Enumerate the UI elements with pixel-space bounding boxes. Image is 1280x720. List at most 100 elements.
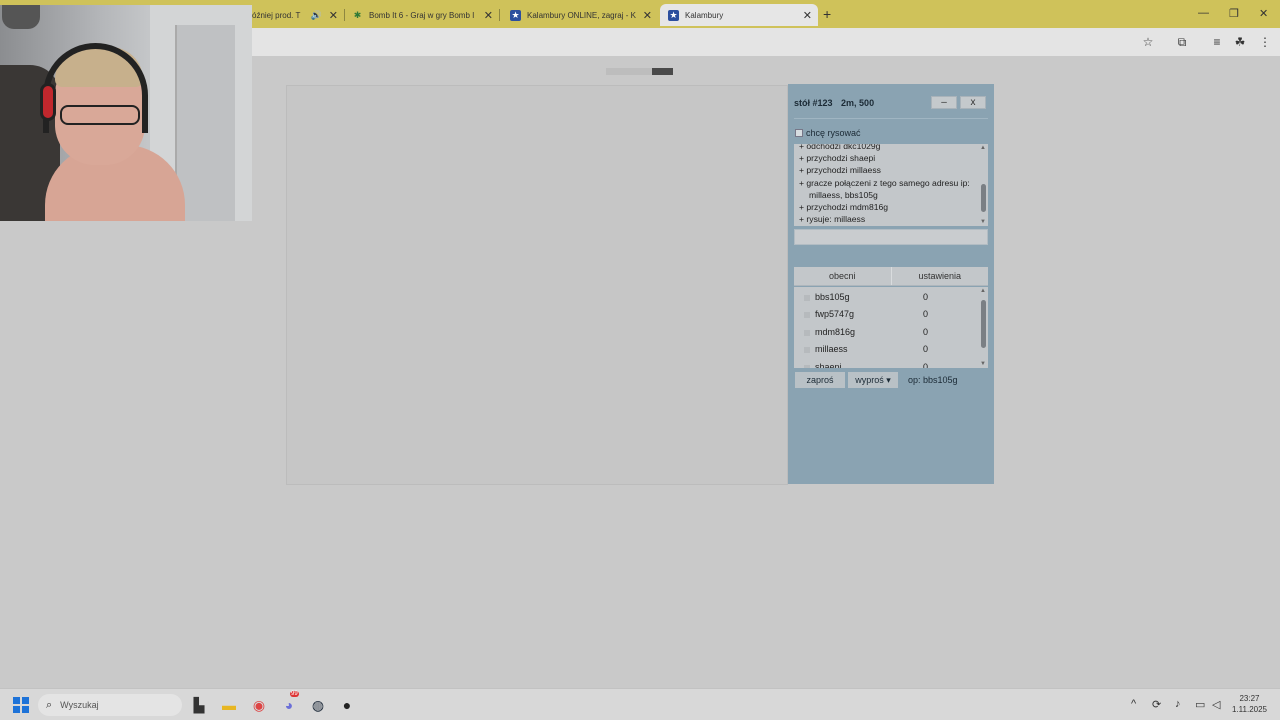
- chat-input[interactable]: [794, 229, 988, 245]
- app-icon[interactable]: ●: [338, 697, 356, 713]
- want-draw-checkbox[interactable]: [795, 129, 803, 137]
- chat-log-content: + odchodzi dkc1029g + przychodzi shaepi …: [799, 144, 977, 225]
- tab-title: óźniej prod. T: [252, 10, 301, 20]
- search-placeholder: Wyszukaj: [60, 700, 99, 710]
- chrome-icon[interactable]: ◉: [250, 697, 268, 713]
- drawing-canvas[interactable]: [286, 85, 788, 485]
- clock-date: 1.11.2025: [1232, 705, 1267, 714]
- player-row[interactable]: fwp5747g 0: [794, 306, 974, 323]
- close-icon[interactable]: ✕: [484, 9, 493, 22]
- log-line: + odchodzi dkc1029g: [799, 144, 881, 151]
- bookmark-star-icon[interactable]: ☆: [1140, 35, 1156, 49]
- player-row[interactable]: shaepi 0: [794, 359, 974, 368]
- players-scrollbar-thumb[interactable]: [981, 300, 986, 348]
- player-name: mdm816g: [815, 327, 856, 337]
- player-status-icon: [804, 347, 810, 353]
- loading-bar-fill: [652, 68, 673, 75]
- taskbar-search[interactable]: ⌕ Wyszukaj: [38, 694, 182, 716]
- loading-bar-track: [606, 68, 652, 75]
- webcam-headset-earcup: [40, 83, 56, 121]
- player-points: 0: [923, 362, 929, 368]
- webcam-overlay: [0, 5, 252, 221]
- tab-separator: [499, 9, 500, 21]
- room-tabs: obecni ustawienia: [794, 267, 988, 286]
- player-name: shaepi: [815, 362, 842, 368]
- restore-window-icon[interactable]: ❐: [1229, 7, 1239, 20]
- kick-dropdown-button[interactable]: wyproś ▾: [848, 372, 898, 388]
- chat-scrollbar-thumb[interactable]: [981, 184, 986, 212]
- player-name: millaess: [815, 344, 848, 354]
- room-operator: op: bbs105g: [908, 375, 958, 385]
- extensions-icon[interactable]: ⧉: [1174, 35, 1190, 50]
- player-row[interactable]: mdm816g 0: [794, 324, 974, 341]
- minimize-room-button[interactable]: –: [931, 96, 957, 109]
- discord-badge: 99: [290, 691, 299, 697]
- player-status-icon: [804, 295, 810, 301]
- profile-avatar-icon[interactable]: ☘: [1232, 35, 1248, 49]
- player-name: bbs105g: [815, 292, 850, 302]
- scroll-up-icon[interactable]: ▲: [979, 145, 987, 151]
- close-icon[interactable]: ✕: [329, 9, 338, 22]
- tab-music[interactable]: óźniej prod. T 🔊 ✕: [244, 4, 344, 26]
- webcam-glasses: [60, 105, 140, 125]
- player-points: 0: [923, 309, 929, 319]
- close-room-button[interactable]: x: [960, 96, 986, 109]
- discord-icon[interactable]: ◕ 99: [280, 691, 299, 713]
- player-points: 0: [923, 292, 929, 302]
- steam-icon[interactable]: ◍: [309, 697, 327, 713]
- taskbar-clock[interactable]: 23:27 1.11.2025: [1232, 693, 1267, 715]
- star-icon: ★: [510, 9, 521, 21]
- webcam-wall-clock: [2, 5, 40, 29]
- invite-button[interactable]: zaproś: [795, 372, 845, 388]
- tray-sync-icon[interactable]: ⟳: [1152, 698, 1161, 711]
- divider: [794, 118, 988, 119]
- room-info: 2m, 500: [841, 98, 875, 108]
- file-explorer-icon[interactable]: ▬: [220, 697, 238, 713]
- tab-title: Kalambury: [685, 10, 724, 20]
- clock-time: 23:27: [1239, 694, 1260, 703]
- speaker-icon[interactable]: 🔊: [311, 10, 322, 21]
- players-list[interactable]: bbs105g 0 fwp5747g 0 mdm816g 0 millaess …: [794, 287, 988, 368]
- new-tab-button[interactable]: +: [823, 6, 831, 22]
- player-points: 0: [923, 344, 929, 354]
- tab-present[interactable]: obecni: [794, 267, 892, 285]
- player-status-icon: [804, 330, 810, 336]
- player-row[interactable]: bbs105g 0: [794, 289, 974, 306]
- log-line: + przychodzi shaepi: [799, 153, 876, 164]
- log-line: + przychodzi mdm816g: [799, 202, 889, 213]
- tray-chevron-up-icon[interactable]: ^: [1131, 698, 1136, 710]
- close-icon[interactable]: ✕: [803, 9, 812, 22]
- tab-settings[interactable]: ustawienia: [892, 267, 989, 285]
- close-window-icon[interactable]: ✕: [1259, 7, 1268, 20]
- menu-kebab-icon[interactable]: ⋮: [1257, 35, 1273, 49]
- star-icon: ★: [668, 9, 679, 21]
- palm-icon: ✱: [353, 9, 362, 20]
- want-draw-label: chcę rysować: [806, 128, 861, 138]
- chat-log[interactable]: + odchodzi dkc1029g + przychodzi shaepi …: [794, 144, 988, 226]
- tray-volume-icon[interactable]: ◁: [1212, 698, 1220, 711]
- scroll-down-icon[interactable]: ▼: [979, 361, 987, 367]
- minimize-window-icon[interactable]: —: [1198, 7, 1209, 19]
- search-icon: ⌕: [46, 698, 53, 711]
- tab-bomb-it[interactable]: ✱ Bomb It 6 - Graj w gry Bomb I ✕: [344, 4, 499, 26]
- game-room-panel: stół #123 2m, 500 – x chcę rysować + odc…: [788, 84, 994, 484]
- player-points: 0: [923, 327, 929, 337]
- tab-title: Kalambury ONLINE, zagraj - K: [527, 10, 636, 20]
- close-icon[interactable]: ✕: [643, 9, 652, 22]
- tray-microphone-icon[interactable]: ♪: [1175, 698, 1181, 710]
- player-name: fwp5747g: [815, 309, 855, 319]
- player-status-icon: [804, 365, 810, 368]
- log-line: + rysuje: millaess: [799, 214, 866, 225]
- windows-start-icon[interactable]: [12, 697, 30, 713]
- media-control-icon[interactable]: ≡: [1209, 35, 1225, 49]
- log-line: + przychodzi millaess: [799, 165, 881, 176]
- tab-kalambury[interactable]: ★ Kalambury ✕: [660, 4, 818, 26]
- tab-kalambury-online[interactable]: ★ Kalambury ONLINE, zagraj - K ✕: [502, 4, 658, 26]
- scroll-up-icon[interactable]: ▲: [979, 288, 987, 294]
- player-row[interactable]: millaess 0: [794, 341, 974, 358]
- tray-network-icon[interactable]: ▭: [1195, 698, 1205, 711]
- want-draw-row[interactable]: chcę rysować: [795, 128, 861, 138]
- tab-title: Bomb It 6 - Graj w gry Bomb I: [369, 10, 475, 20]
- task-view-icon[interactable]: ▙: [190, 697, 208, 713]
- scroll-down-icon[interactable]: ▼: [979, 219, 987, 225]
